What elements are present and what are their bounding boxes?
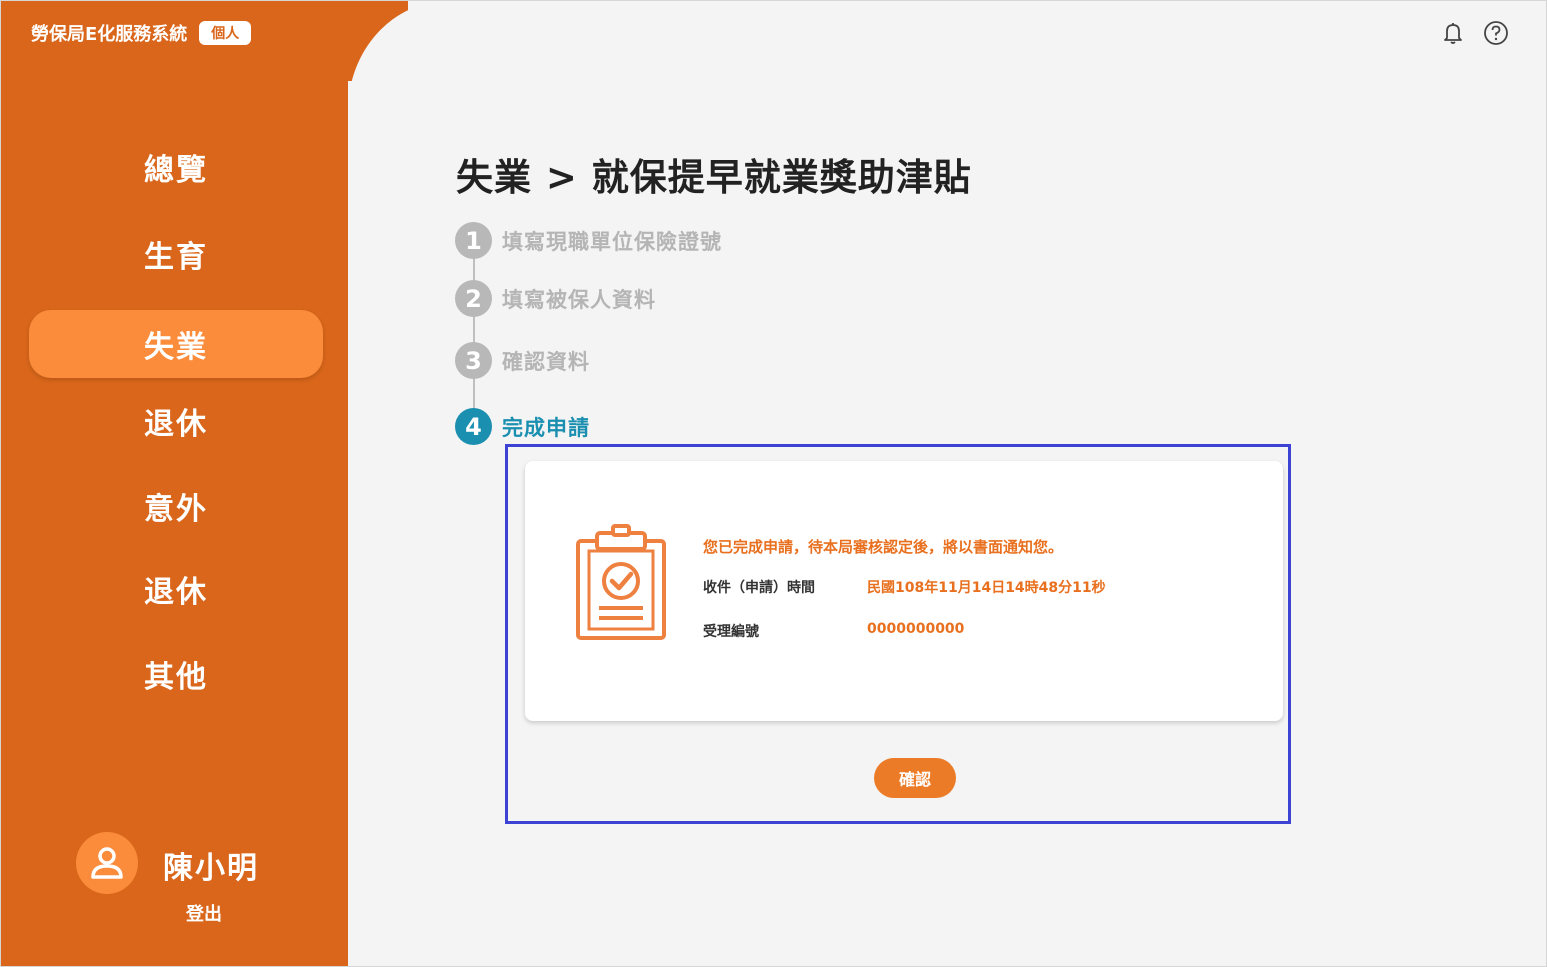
clipboard-check-icon — [575, 523, 667, 641]
sidebar-item-retirement-2[interactable]: 退休 — [29, 555, 323, 623]
help-icon[interactable] — [1483, 20, 1509, 46]
app-title: 勞保局E化服務系統 — [31, 24, 188, 45]
bell-icon[interactable] — [1440, 20, 1466, 46]
confirm-button[interactable]: 確認 — [874, 758, 956, 798]
step-2: 2 填寫被保人資料 — [455, 280, 656, 317]
sidebar-item-other[interactable]: 其他 — [29, 640, 323, 708]
step-label: 填寫被保人資料 — [502, 287, 656, 312]
account-type-badge: 個人 — [199, 21, 252, 45]
page-title: 失業 > 就保提早就業獎助津貼 — [456, 156, 972, 199]
received-time-value: 民國108年11月14日14時48分11秒 — [867, 580, 1106, 596]
brand: 勞保局E化服務系統 個人 — [31, 20, 252, 46]
sidebar-item-accident[interactable]: 意外 — [29, 472, 323, 540]
step-4: 4 完成申請 — [455, 408, 590, 445]
app-window: 勞保局E化服務系統 個人 總覽 生育 失業 退休 意外 退休 其他 陳小明 登出 — [0, 0, 1547, 967]
step-number: 1 — [455, 222, 492, 259]
step-label: 確認資料 — [502, 349, 590, 374]
avatar[interactable] — [76, 832, 138, 894]
sidebar-item-unemployment[interactable]: 失業 — [29, 310, 323, 378]
user-icon — [91, 847, 123, 879]
step-3: 3 確認資料 — [455, 342, 590, 379]
step-1: 1 填寫現職單位保險證號 — [455, 222, 722, 259]
logout-link[interactable]: 登出 — [186, 900, 222, 926]
sidebar-item-overview[interactable]: 總覽 — [29, 133, 323, 201]
case-number-value: 0000000000 — [867, 621, 965, 637]
sidebar-item-maternity[interactable]: 生育 — [29, 220, 323, 288]
received-time-label: 收件（申請）時間 — [703, 580, 815, 596]
result-card: 您已完成申請，待本局審核認定後，將以書面通知您。 收件（申請）時間 民國108年… — [525, 461, 1283, 721]
step-number: 3 — [455, 342, 492, 379]
sidebar: 勞保局E化服務系統 個人 總覽 生育 失業 退休 意外 退休 其他 陳小明 登出 — [1, 1, 348, 966]
step-number: 4 — [455, 408, 492, 445]
case-number-label: 受理編號 — [703, 624, 759, 640]
user-name: 陳小明 — [163, 851, 259, 886]
sidebar-item-retirement[interactable]: 退休 — [29, 387, 323, 455]
step-number: 2 — [455, 280, 492, 317]
stepper-line — [473, 241, 475, 431]
completion-message: 您已完成申請，待本局審核認定後，將以書面通知您。 — [703, 538, 1064, 556]
step-label: 完成申請 — [502, 415, 590, 440]
step-label: 填寫現職單位保險證號 — [502, 229, 722, 254]
